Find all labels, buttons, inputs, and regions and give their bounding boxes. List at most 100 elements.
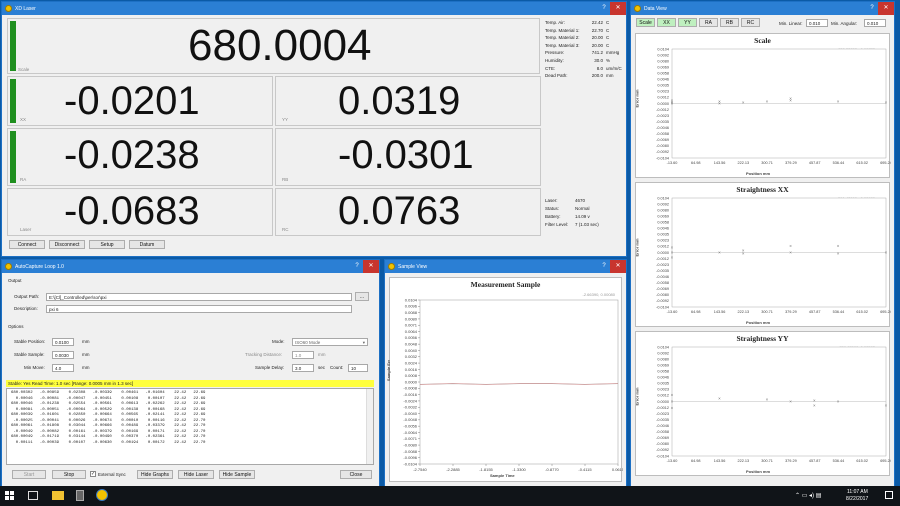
dataview-titlebar[interactable]: Data View ? ✕ xyxy=(631,2,894,15)
datum-button[interactable]: Datum xyxy=(129,240,165,249)
env-value: 30.0 xyxy=(594,58,603,63)
tab-ra[interactable]: RA xyxy=(699,18,718,27)
data-point: × xyxy=(671,245,674,250)
stop-button[interactable]: Stop xyxy=(52,470,86,479)
dataview-chart[interactable]: Straightness XX591.47660, -0.00980Error … xyxy=(635,182,891,327)
dataview-chart[interactable]: Straightness YY796.67690, 0.00583Error m… xyxy=(635,331,891,476)
tab-xx[interactable]: XX xyxy=(657,18,676,27)
y-tick-label: 0.0035 xyxy=(657,84,669,88)
y-tick-label: -0.0035 xyxy=(656,120,669,124)
sample-titlebar[interactable]: Sample View ? ✕ xyxy=(385,260,626,273)
mode-select[interactable]: ISO60 Mode ▾ xyxy=(292,338,368,346)
table-row[interactable]: 680.00039 -0.01601 0.02850 -0.00664 0.00… xyxy=(11,413,205,419)
table-row[interactable]: 680.00302 -0.00859 0.02308 -0.00339 0.00… xyxy=(11,391,205,397)
tab-rb[interactable]: RB xyxy=(720,18,739,27)
dataview-chart[interactable]: Scale833.22222, -0.00772Error mmPosition… xyxy=(635,33,891,178)
scale-value: 680.0004 xyxy=(188,21,372,70)
xd-app-icon[interactable] xyxy=(96,489,108,501)
y-tick-label: 0.0012 xyxy=(657,96,669,100)
y-tick-label: -0.0012 xyxy=(656,257,669,261)
capture-rows: 680.00302 -0.00859 0.02308 -0.00339 0.00… xyxy=(11,391,205,446)
description-field[interactable]: pxi 6 xyxy=(46,305,352,313)
capture-table[interactable]: 680.00302 -0.00859 0.02308 -0.00339 0.00… xyxy=(6,388,374,465)
start-button[interactable]: Start xyxy=(12,470,46,479)
tab-yy[interactable]: YY xyxy=(678,18,697,27)
delay-label: Sample Delay: xyxy=(255,365,285,370)
sample-window: Sample View ? ✕ Measurement Sample -2.66… xyxy=(385,260,626,486)
setup-button[interactable]: Setup xyxy=(89,240,125,249)
clock-time[interactable]: 11:07 AM xyxy=(847,489,868,495)
tracking-field[interactable]: 1.0 xyxy=(292,351,314,359)
y-tick-label: 0.0064 xyxy=(405,329,418,334)
x-tick-label: 695.24 xyxy=(880,161,891,165)
y-tick-label: 0.0000 xyxy=(657,400,669,404)
env-value: 22.70 xyxy=(591,27,603,33)
output-path-field[interactable]: E:\[Cl]_Controlled\per\sor\pxi xyxy=(46,293,352,301)
help-icon[interactable]: ? xyxy=(866,2,878,15)
close-button[interactable]: Close xyxy=(340,470,372,479)
tab-rc[interactable]: RC xyxy=(741,18,760,27)
table-row[interactable]: 680.00061 -0.01808 0.03044 -0.00666 0.00… xyxy=(11,424,205,430)
hide-sample-button[interactable]: Hide Sample xyxy=(219,470,255,479)
close-icon[interactable]: ✕ xyxy=(610,2,626,15)
laser-status-panel: Laser: 4670 Status: Normal Battery: 14.09 v Fi… xyxy=(545,198,623,238)
hide-laser-button[interactable]: Hide Laser xyxy=(178,470,214,479)
table-row[interactable]: 0.00111 -0.00039 0.00107 -0.00630 0.0019… xyxy=(11,441,206,447)
delay-field[interactable]: 3.0 xyxy=(292,364,314,372)
close-icon[interactable]: ✕ xyxy=(610,260,626,273)
table-row[interactable]: 680.00049 -0.01719 0.03144 -0.00490 0.00… xyxy=(11,435,205,441)
y-tick-label: -0.0069 xyxy=(656,138,669,142)
help-icon[interactable]: ? xyxy=(598,2,610,15)
browse-button[interactable]: ... xyxy=(355,292,369,301)
stable-sample-field[interactable]: 0.0030 xyxy=(52,351,74,359)
help-icon[interactable]: ? xyxy=(351,260,363,273)
close-icon[interactable]: ✕ xyxy=(878,2,894,15)
notification-icon[interactable] xyxy=(885,491,893,499)
y-tick-label: -0.0104 xyxy=(403,461,417,466)
laser-titlebar[interactable]: XD Laser ? ✕ xyxy=(2,2,626,15)
min-move-field[interactable]: 4.0 xyxy=(52,364,74,372)
count-field[interactable]: 10 xyxy=(348,364,368,372)
tab-scale[interactable]: Scale xyxy=(636,18,655,27)
y-tick-label: -0.0080 xyxy=(656,442,669,446)
app-icon xyxy=(5,5,12,12)
stable-position-field[interactable]: 0.0100 xyxy=(52,338,74,346)
table-scrollbar[interactable] xyxy=(366,389,373,464)
clock-date[interactable]: 8/22/2017 xyxy=(846,496,868,502)
x-tick-label: 379.29 xyxy=(785,310,797,314)
x-tick-label: 143.56 xyxy=(714,161,726,165)
env-unit: mmHg xyxy=(606,50,620,56)
table-row[interactable]: 680.00046 -0.01238 0.02554 -0.00561 0.00… xyxy=(11,402,205,408)
data-point: × xyxy=(671,255,674,260)
file-explorer-icon[interactable] xyxy=(52,491,64,500)
stable-sample-label: Stable Sample: xyxy=(14,352,45,357)
x-tick-label: 300.71 xyxy=(761,459,773,463)
calculator-icon[interactable] xyxy=(76,490,84,501)
y-tick-label: 0.0000 xyxy=(405,379,418,384)
env-label: Temp. Material 2: xyxy=(545,35,580,41)
status-label: Laser: xyxy=(545,198,558,203)
x-tick-label: -13.60 xyxy=(667,161,678,165)
y-tick-label: 0.0088 xyxy=(405,310,418,315)
y-tick-label: 0.0040 xyxy=(405,348,418,353)
y-tick-label: 0.0104 xyxy=(657,47,669,51)
tray-icons[interactable]: ⌃ ▭ ◂) ▤ xyxy=(795,492,821,499)
chart-plot: 0.0104 0.0092 0.0080 0.0069 0.0058 0.0046 0.00… xyxy=(656,345,891,463)
tracking-unit: mm xyxy=(318,352,326,357)
min-angular-field[interactable]: 0.010 xyxy=(864,19,886,27)
help-icon[interactable]: ? xyxy=(598,260,610,273)
x-tick-label: 536.44 xyxy=(833,310,845,314)
external-sync-checkbox[interactable]: ✓ xyxy=(90,471,96,477)
y-tick-label: 0.0080 xyxy=(657,208,669,212)
hide-graphs-button[interactable]: Hide Graphs xyxy=(137,470,173,479)
sample-chart[interactable]: Measurement Sample -2.66390, 0.00080 Sam… xyxy=(386,277,623,482)
close-icon[interactable]: ✕ xyxy=(363,260,379,273)
x-tick-label: 536.44 xyxy=(833,161,845,165)
task-view-icon[interactable] xyxy=(28,491,38,500)
connect-button[interactable]: Connect xyxy=(9,240,45,249)
disconnect-button[interactable]: Disconnect xyxy=(49,240,85,249)
start-icon[interactable] xyxy=(5,491,14,500)
data-point: × xyxy=(671,393,674,398)
autocapture-titlebar[interactable]: AutoCapture Loop 1.0 ? ✕ xyxy=(2,260,379,273)
min-linear-field[interactable]: 0.010 xyxy=(806,19,828,27)
